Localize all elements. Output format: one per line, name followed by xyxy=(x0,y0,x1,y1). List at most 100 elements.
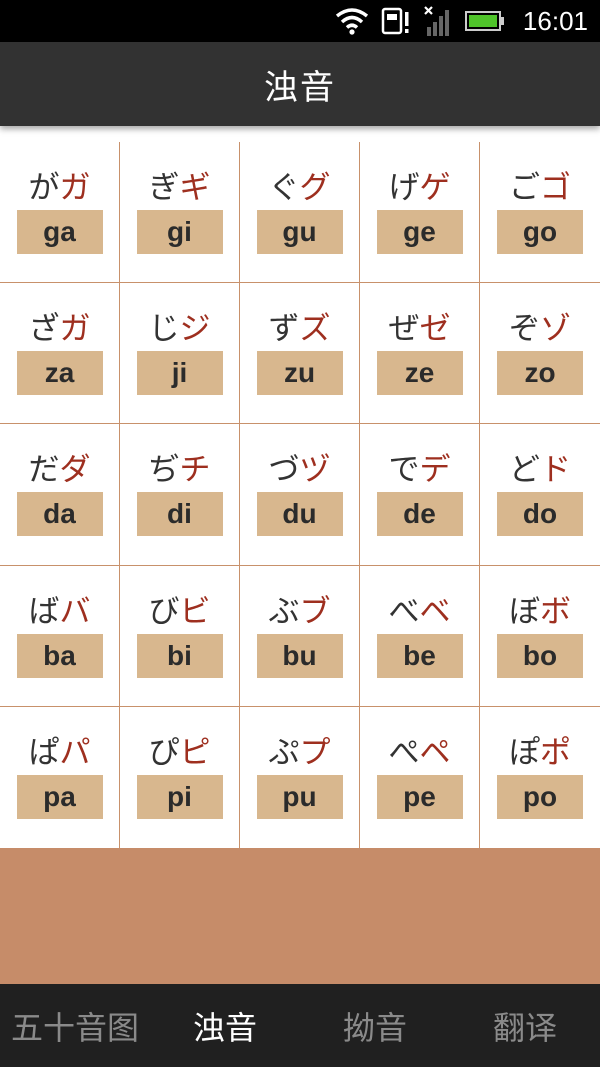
kana-cell-zo[interactable]: ぞゾ zo xyxy=(480,283,600,425)
hiragana-char: ぢ xyxy=(148,452,180,489)
kana-pair: べベ xyxy=(389,592,451,634)
kana-pair: どド xyxy=(509,450,571,492)
romaji-label: ze xyxy=(376,351,463,396)
kana-cell-di[interactable]: ぢチ di xyxy=(120,424,240,566)
romaji-label: gu xyxy=(256,210,343,254)
katakana-char: ゾ xyxy=(540,311,571,348)
katakana-char: ピ xyxy=(179,734,211,771)
katakana-char: ゼ xyxy=(419,311,451,348)
romaji-label: bu xyxy=(256,633,343,678)
katakana-char: バ xyxy=(59,593,91,630)
kana-cell-pa[interactable]: ぱパ pa xyxy=(0,706,120,848)
kana-pair: じジ xyxy=(149,309,211,351)
tab-3[interactable]: 翻译 xyxy=(450,984,600,1067)
tab-1[interactable]: 浊音 xyxy=(150,984,300,1067)
katakana-char: ビ xyxy=(179,593,211,630)
romaji-label: pu xyxy=(256,774,343,819)
kana-cell-gi[interactable]: ぎギ gi xyxy=(120,142,240,284)
hiragana-char: ぞ xyxy=(509,311,540,348)
bottom-tab-bar: 五十音图 浊音 拗音 翻译 xyxy=(0,984,600,1067)
kana-cell-zu[interactable]: ずズ zu xyxy=(240,283,360,425)
hiragana-char: ぽ xyxy=(509,734,540,771)
page-title: 浊音 xyxy=(264,67,336,108)
kana-cell-za[interactable]: ざガ za xyxy=(0,283,120,425)
kana-cell-da[interactable]: だダ da xyxy=(0,424,120,566)
kana-cell-do[interactable]: どド do xyxy=(480,424,600,566)
kana-pair: ぱパ xyxy=(29,733,91,775)
romaji-label: ba xyxy=(16,633,103,678)
hiragana-char: ぱ xyxy=(28,734,60,771)
katakana-char: ゴ xyxy=(540,170,571,206)
hiragana-char: だ xyxy=(28,452,60,489)
romaji-label: pa xyxy=(16,774,103,819)
hiragana-char: ぺ xyxy=(388,734,420,771)
kana-cell-ze[interactable]: ぜゼ ze xyxy=(360,283,480,425)
kana-cell-go[interactable]: ごゴ go xyxy=(480,142,600,284)
romaji-label: ge xyxy=(376,210,463,254)
hiragana-char: げ xyxy=(388,170,420,206)
kana-pair: づヅ xyxy=(269,450,331,492)
hiragana-char: べ xyxy=(388,593,420,630)
kana-cell-pi[interactable]: ぴピ pi xyxy=(120,706,240,848)
romaji-label: du xyxy=(256,492,343,537)
katakana-char: ブ xyxy=(299,593,331,630)
kana-pair: びビ xyxy=(149,592,211,634)
romaji-label: ji xyxy=(136,351,223,396)
status-time: 16:01 xyxy=(522,5,588,36)
romaji-label: gi xyxy=(136,210,223,254)
katakana-char: チ xyxy=(179,452,211,489)
kana-cell-gu[interactable]: ぐグ gu xyxy=(240,142,360,284)
kana-pair: でデ xyxy=(389,450,451,492)
hiragana-char: ば xyxy=(28,593,60,630)
katakana-char: ズ xyxy=(299,311,331,348)
romaji-label: pe xyxy=(376,774,463,819)
katakana-char: ダ xyxy=(59,452,91,489)
kana-pair: ぢチ xyxy=(149,450,211,492)
katakana-char: ギ xyxy=(179,170,211,206)
kana-cell-bi[interactable]: びビ bi xyxy=(120,565,240,707)
hiragana-char: ず xyxy=(268,311,300,348)
kana-cell-du[interactable]: づヅ du xyxy=(240,424,360,566)
kana-pair: ぽポ xyxy=(509,733,571,775)
hiragana-char: ぎ xyxy=(148,170,180,206)
kana-cell-be[interactable]: べベ be xyxy=(360,565,480,707)
kana-cell-ga[interactable]: がガ ga xyxy=(0,142,120,284)
katakana-char: ジ xyxy=(179,311,211,348)
kana-cell-ji[interactable]: じジ ji xyxy=(120,283,240,425)
tab-0[interactable]: 五十音图 xyxy=(0,984,150,1067)
hiragana-char: ぶ xyxy=(268,593,300,630)
empty-panel xyxy=(0,848,600,984)
romaji-label: pi xyxy=(136,774,223,819)
katakana-char: デ xyxy=(419,452,451,489)
katakana-char: グ xyxy=(299,170,331,206)
kana-pair: ぷプ xyxy=(269,733,331,775)
battery-icon xyxy=(464,11,504,31)
kana-pair: ごゴ xyxy=(509,168,571,210)
kana-cell-bu[interactable]: ぶブ bu xyxy=(240,565,360,707)
kana-pair: ぴピ xyxy=(149,733,211,775)
wifi-icon xyxy=(335,8,369,35)
kana-cell-po[interactable]: ぽポ po xyxy=(480,707,600,848)
storage-alert-icon xyxy=(381,7,409,35)
romaji-label: ga xyxy=(16,210,103,254)
hiragana-char: で xyxy=(388,452,420,489)
katakana-char: ボ xyxy=(540,593,571,630)
romaji-label: do xyxy=(497,492,583,537)
hiragana-char: が xyxy=(28,170,60,206)
kana-cell-ba[interactable]: ばバ ba xyxy=(0,565,120,707)
kana-pair: がガ xyxy=(29,168,91,210)
tab-2[interactable]: 拗音 xyxy=(300,984,450,1067)
katakana-char: ポ xyxy=(540,734,571,771)
romaji-label: za xyxy=(16,351,103,396)
katakana-char: パ xyxy=(59,734,91,771)
cell-signal-icon xyxy=(424,6,449,36)
romaji-label: zo xyxy=(497,351,583,396)
hiragana-char: ぴ xyxy=(148,734,180,771)
hiragana-char: ぼ xyxy=(509,593,540,630)
kana-cell-bo[interactable]: ぼボ bo xyxy=(480,566,600,707)
kana-cell-pu[interactable]: ぷプ pu xyxy=(240,706,360,848)
kana-cell-pe[interactable]: ぺペ pe xyxy=(360,706,480,848)
kana-cell-ge[interactable]: げゲ ge xyxy=(360,142,480,284)
kana-cell-de[interactable]: でデ de xyxy=(360,424,480,566)
katakana-char: ベ xyxy=(419,593,451,630)
